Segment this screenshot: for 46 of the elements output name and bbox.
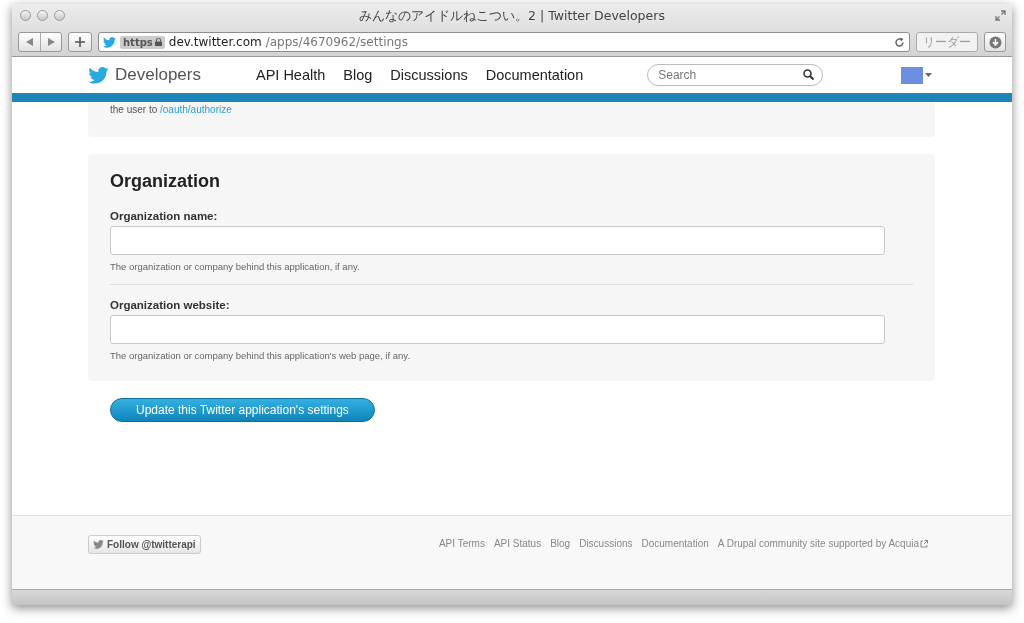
back-arrow-icon xyxy=(26,38,33,46)
search-icon[interactable] xyxy=(803,69,815,80)
reader-button[interactable]: リーダー xyxy=(916,32,978,52)
fullscreen-icon[interactable] xyxy=(995,10,1006,21)
footer-link[interactable]: Blog xyxy=(550,538,571,549)
field-label: Organization name: xyxy=(110,210,219,222)
footer-link[interactable]: A Drupal community site supported by Acquia xyxy=(717,538,928,549)
reload-icon[interactable] xyxy=(894,36,905,48)
search-field[interactable]: Search xyxy=(647,64,824,86)
window-title: みんなのアイドルねこつい。2 | Twitter Developers xyxy=(359,7,665,25)
plus-icon xyxy=(75,37,85,47)
twitter-bird-logo xyxy=(88,66,109,84)
nav-link[interactable]: Discussions xyxy=(390,67,468,83)
footer-link[interactable]: API Terms xyxy=(438,538,485,549)
footer-link[interactable]: API Status xyxy=(493,538,542,549)
nav-link[interactable]: Documentation xyxy=(485,67,584,83)
minimize-window-button[interactable] xyxy=(37,10,48,21)
authorize-link[interactable]: /oauth/authorize xyxy=(160,104,232,115)
add-bookmark-button[interactable] xyxy=(68,32,92,52)
follow-button[interactable]: Follow @twitterapi xyxy=(88,535,201,554)
field-label: Organization website: xyxy=(110,299,231,311)
description-text: the user to /oauth/authorize xyxy=(110,104,233,115)
input-field[interactable] xyxy=(110,315,885,344)
account-menu[interactable] xyxy=(901,66,933,84)
close-window-button[interactable] xyxy=(20,10,31,21)
address-bar[interactable]: https dev.twitter.com /apps/4670962/settings xyxy=(98,32,910,52)
bird-icon xyxy=(93,540,104,549)
secure-badge: https xyxy=(120,35,165,49)
footer-link[interactable]: Documentation xyxy=(641,538,709,549)
footer-link[interactable]: Discussions xyxy=(579,538,633,549)
section-heading: Organization xyxy=(110,171,221,192)
downloads-button[interactable] xyxy=(984,32,1006,52)
caret-icon xyxy=(925,73,933,77)
bird-icon xyxy=(103,36,116,48)
input-field[interactable] xyxy=(110,226,885,255)
external-link-icon xyxy=(920,539,928,548)
update-settings-button[interactable]: Update this Twitter application's settings xyxy=(110,398,375,422)
forward-arrow-icon xyxy=(47,38,55,46)
help-text: The organization or company behind this application, if any. xyxy=(110,261,361,272)
nav-link[interactable]: API Health xyxy=(256,67,326,83)
site-brand[interactable]: Developers xyxy=(115,65,201,85)
help-text: The organization or company behind this application's web page, if any. xyxy=(110,350,411,361)
avatar-image xyxy=(901,66,924,84)
zoom-window-button[interactable] xyxy=(54,10,65,21)
back-forward-control[interactable] xyxy=(18,32,62,52)
nav-link[interactable]: Blog xyxy=(343,67,373,83)
